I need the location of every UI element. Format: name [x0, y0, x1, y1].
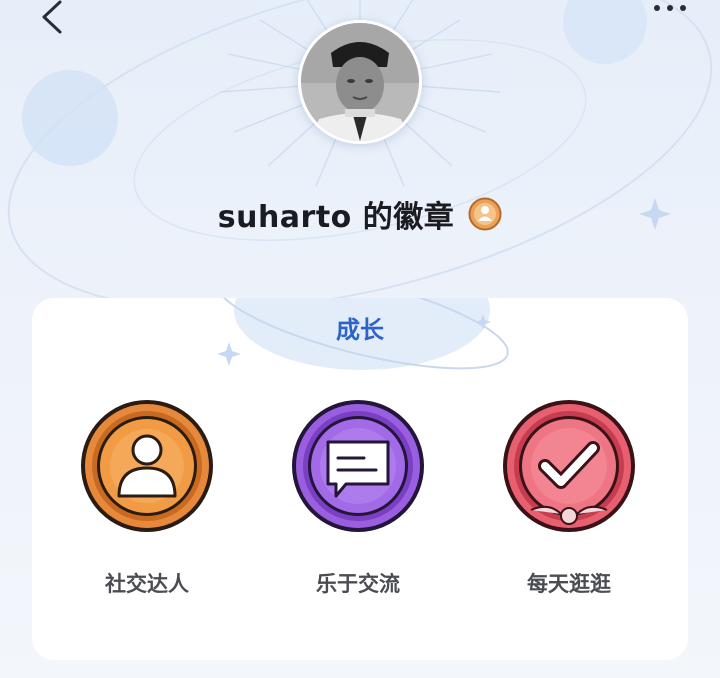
more-button[interactable]	[648, 0, 692, 20]
title-row: suharto 的徽章	[0, 186, 720, 242]
lock-badge-icon[interactable]	[468, 197, 502, 231]
avatar[interactable]	[298, 20, 422, 144]
person-badge-icon	[81, 400, 213, 532]
badge-communication[interactable]: 乐于交流	[258, 398, 458, 618]
badge-label: 乐于交流	[316, 572, 400, 596]
profile-header: suharto 的徽章	[0, 0, 720, 300]
badge-social[interactable]: 社交达人	[47, 398, 247, 618]
user-avatar-photo	[301, 23, 419, 141]
page-title: suharto 的徽章	[217, 200, 455, 235]
badge-card: 成长 社交达人 乐于交流 每天逛逛	[32, 298, 688, 660]
badge-daily-visit[interactable]: 每天逛逛	[469, 398, 669, 618]
chevron-left-icon	[42, 0, 62, 34]
check-badge-icon	[503, 400, 635, 532]
chat-badge-icon	[292, 400, 424, 532]
badge-label: 每天逛逛	[527, 572, 611, 596]
more-dots-icon	[654, 5, 686, 11]
badge-label: 社交达人	[105, 572, 189, 596]
section-title: 成长	[336, 316, 384, 344]
back-button[interactable]	[30, 0, 74, 34]
